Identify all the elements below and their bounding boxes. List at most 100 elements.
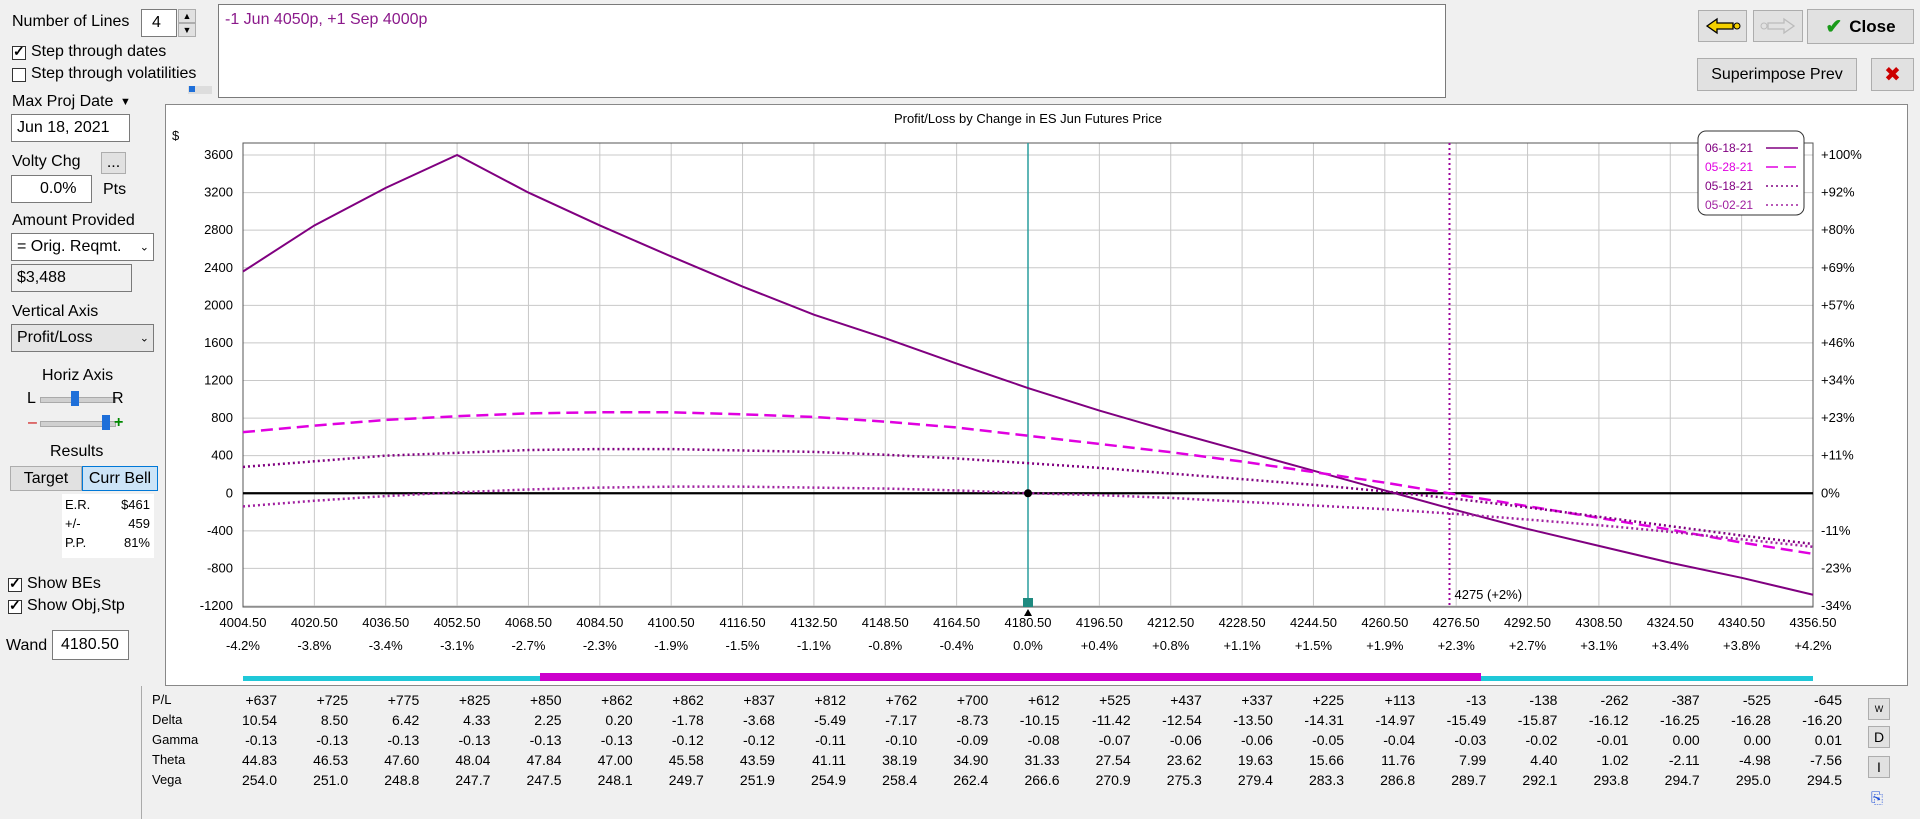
- y2-tick-label: +92%: [1821, 185, 1855, 200]
- chevron-down-icon: ⌄: [139, 332, 149, 345]
- max-proj-date-input[interactable]: Jun 18, 2021: [11, 114, 130, 142]
- chart-canvas[interactable]: Profit/Loss by Change in ES Jun Futures …: [166, 105, 1907, 685]
- x-pct-label: +4.2%: [1794, 638, 1832, 653]
- chevron-down-icon[interactable]: ▼: [120, 96, 131, 108]
- table-cell: -16.28: [1731, 712, 1771, 728]
- table-cell: 247.5: [526, 772, 562, 788]
- x-pct-label: 0.0%: [1013, 638, 1043, 653]
- curr-bell-button[interactable]: Curr Bell: [82, 466, 158, 491]
- table-cell: -0.05: [1312, 732, 1345, 748]
- position-textarea[interactable]: -1 Jun 4050p, +1 Sep 4000p: [218, 4, 1446, 98]
- x-pct-label: +2.3%: [1438, 638, 1476, 653]
- y2-tick-label: -23%: [1821, 560, 1852, 575]
- horiz-lr-slider-thumb[interactable]: [71, 391, 79, 406]
- resize-handle[interactable]: [188, 86, 212, 94]
- volty-chg-unit: Pts: [103, 181, 127, 198]
- side-button-w[interactable]: W: [1868, 698, 1890, 720]
- table-cell: -5.49: [814, 712, 847, 728]
- x-pct-label: +3.4%: [1652, 638, 1690, 653]
- y-tick-label: 2400: [204, 260, 233, 275]
- stat-value: 81%: [123, 535, 150, 550]
- y-tick-label: 2000: [204, 297, 233, 312]
- table-cell: -0.13: [600, 732, 633, 748]
- table-cell: -16.25: [1660, 712, 1700, 728]
- table-cell: 6.42: [392, 712, 420, 728]
- table-cell: -15.87: [1517, 712, 1558, 728]
- x-pct-label: -0.4%: [940, 638, 974, 653]
- table-cell: 10.54: [241, 712, 277, 728]
- table-cell: -14.97: [1375, 712, 1416, 728]
- horiz-plus-label: +: [114, 414, 124, 431]
- wand-input[interactable]: 4180.50: [52, 630, 129, 660]
- horiz-zoom-slider-thumb[interactable]: [102, 415, 110, 430]
- num-lines-up-button[interactable]: ▲: [178, 9, 196, 23]
- step-dates-label: Step through dates: [31, 43, 167, 60]
- amount-provided-select[interactable]: = Orig. Reqmt. ⌄: [11, 233, 154, 261]
- table-cell: 0.20: [605, 712, 633, 728]
- table-cell: +700: [956, 692, 989, 708]
- target-button[interactable]: Target: [10, 466, 82, 491]
- x-tick-label: 4116.50: [720, 615, 766, 630]
- x-tick-label: 4324.50: [1647, 615, 1694, 630]
- table-cell: -3.68: [743, 712, 775, 728]
- x-tick-label: 4292.50: [1504, 615, 1551, 630]
- y-tick-label: 3600: [204, 147, 233, 162]
- table-cell: +812: [814, 692, 847, 708]
- table-cell: -0.13: [245, 732, 277, 748]
- row-label: Delta: [152, 712, 183, 727]
- table-cell: +225: [1312, 692, 1345, 708]
- num-lines-input[interactable]: 4: [141, 9, 177, 37]
- show-bes-label: Show BEs: [27, 575, 101, 592]
- step-dates-checkbox[interactable]: [12, 43, 26, 60]
- chart-title: Profit/Loss by Change in ES Jun Futures …: [894, 111, 1162, 126]
- side-button-i[interactable]: I: [1868, 756, 1890, 778]
- export-icon[interactable]: ⎘: [1871, 790, 1883, 807]
- side-button-d[interactable]: D: [1868, 726, 1890, 748]
- resize-handle-thumb[interactable]: [189, 86, 195, 92]
- x-tick-label: 4068.50: [505, 615, 552, 630]
- x-tick-label: 4196.50: [1076, 615, 1123, 630]
- cancel-x-button[interactable]: ✖: [1871, 58, 1914, 91]
- vertical-axis-value: Profit/Loss: [17, 329, 93, 346]
- x-tick-label: 4276.50: [1433, 615, 1480, 630]
- max-proj-date-label[interactable]: Max Proj Date: [12, 93, 113, 111]
- table-cell: 247.7: [455, 772, 491, 788]
- volty-chg-more-button[interactable]: ...: [101, 152, 126, 174]
- table-cell: -16.12: [1588, 712, 1629, 728]
- y2-tick-label: 0%: [1821, 485, 1840, 500]
- show-obj-checkbox[interactable]: [8, 597, 22, 614]
- table-cell: 248.8: [384, 772, 420, 788]
- y2-tick-label: +46%: [1821, 335, 1855, 350]
- show-bes-checkbox[interactable]: [8, 575, 22, 592]
- num-lines-down-button[interactable]: ▼: [178, 23, 196, 37]
- table-cell: +825: [458, 692, 491, 708]
- x-tick-label: 4180.50: [1005, 615, 1052, 630]
- table-cell: 48.04: [455, 752, 491, 768]
- y-tick-label: 0: [226, 485, 233, 500]
- close-button[interactable]: ✔ Close: [1807, 9, 1914, 44]
- x-pct-label: -4.2%: [226, 638, 260, 653]
- table-cell: 294.7: [1664, 772, 1700, 788]
- volty-chg-input[interactable]: 0.0%: [11, 175, 92, 203]
- superimpose-prev-button[interactable]: Superimpose Prev: [1697, 58, 1857, 91]
- table-cell: 270.9: [1095, 772, 1131, 788]
- table-cell: +337: [1241, 692, 1273, 708]
- step-vols-checkbox[interactable]: [12, 68, 26, 82]
- horiz-axis-label: Horiz Axis: [42, 367, 114, 384]
- table-cell: 47.84: [526, 752, 562, 768]
- forward-arrow-button[interactable]: [1753, 10, 1803, 42]
- x-tick-label: 4244.50: [1290, 615, 1337, 630]
- table-cell: 254.9: [811, 772, 847, 788]
- vertical-axis-select[interactable]: Profit/Loss ⌄: [11, 324, 154, 352]
- table-cell: -0.06: [1240, 732, 1273, 748]
- table-cell: +525: [1099, 692, 1131, 708]
- horiz-r-label: R: [112, 390, 124, 407]
- table-divider: [141, 686, 142, 819]
- pl-chart[interactable]: Profit/Loss by Change in ES Jun Futures …: [165, 104, 1908, 686]
- horiz-l-label: L: [27, 390, 36, 407]
- x-pct-label: -1.9%: [654, 638, 688, 653]
- x-tick-label: 4308.50: [1575, 615, 1622, 630]
- back-arrow-button[interactable]: [1698, 10, 1747, 42]
- vertical-axis-label: Vertical Axis: [12, 303, 99, 320]
- table-cell: 43.59: [739, 752, 775, 768]
